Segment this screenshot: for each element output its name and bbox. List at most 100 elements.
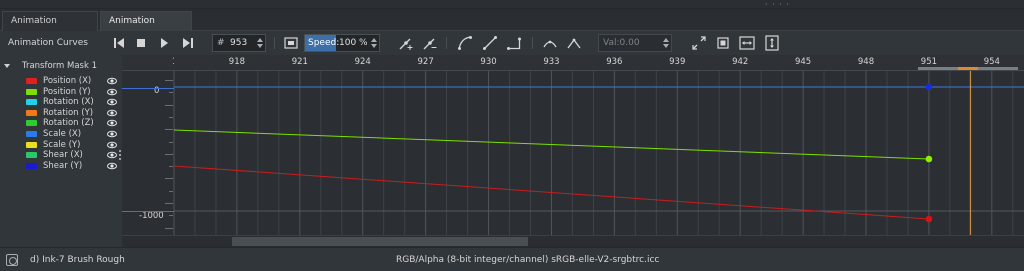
visibility-eye-icon[interactable] — [107, 98, 117, 106]
drag-handle-icon[interactable]: · · · · — [765, 1, 790, 9]
scrollbar-handle[interactable] — [232, 237, 528, 246]
value-tick — [165, 129, 173, 130]
frame-number-spinbox[interactable]: # 953 — [212, 34, 266, 52]
linear-curve-icon — [483, 36, 497, 50]
separator — [532, 37, 533, 49]
docker-title: Animation Curves — [8, 38, 88, 48]
last-frame-button[interactable] — [179, 34, 197, 52]
curves-canvas[interactable] — [173, 71, 1024, 235]
zoom-vertical-button[interactable] — [763, 34, 781, 52]
channel-group-row[interactable]: Transform Mask 1 — [4, 61, 97, 71]
frame-number-value[interactable]: 953 — [230, 38, 247, 48]
visibility-eye-icon[interactable] — [107, 119, 117, 127]
channel-name: Position (Y) — [43, 86, 91, 97]
visibility-eye-icon[interactable] — [107, 77, 117, 85]
frame-hash-label: # — [217, 38, 225, 48]
value-tick — [165, 228, 173, 229]
frame-tick-label: 927 — [417, 57, 434, 67]
smooth-tangents-button[interactable] — [541, 34, 559, 52]
tab-animation-curves[interactable]: Animation Curves — [100, 11, 192, 45]
value-tick — [165, 154, 173, 155]
linear-interpolation-button[interactable] — [481, 34, 499, 52]
frame-tick-label: 948 — [857, 57, 875, 67]
spin-arrows-icon[interactable] — [661, 36, 670, 50]
visibility-eye-icon[interactable] — [107, 109, 117, 117]
value-tick — [169, 166, 173, 167]
brush-preset-icon[interactable] — [6, 254, 18, 266]
stop-icon — [137, 39, 145, 47]
zoom-fit-range-button[interactable] — [714, 34, 732, 52]
zoom-horizontal-button[interactable] — [738, 34, 756, 52]
drop-frames-button[interactable] — [282, 34, 300, 52]
first-frame-button[interactable] — [110, 34, 128, 52]
channel-color-swatch — [26, 78, 37, 84]
cache-range-bar — [918, 67, 958, 70]
bezier-interpolation-button[interactable] — [456, 34, 474, 52]
channel-name: Rotation (Y) — [43, 107, 94, 118]
spin-arrows-icon[interactable] — [369, 36, 378, 50]
tab-animation-timeline[interactable]: Animation Timeline — [2, 11, 98, 45]
channel-color-swatch — [26, 152, 37, 159]
skip-start-icon — [114, 38, 124, 48]
color-space-info[interactable]: RGB/Alpha (8-bit integer/channel) sRGB-e… — [396, 255, 659, 265]
top-strip: · · · · — [0, 0, 1024, 9]
frame-tick-label: 939 — [669, 57, 686, 67]
frame-tick-label: 945 — [794, 57, 812, 67]
value-label-minus-1000: -1000 — [139, 211, 164, 221]
keyframe-node[interactable] — [925, 155, 933, 163]
horizontal-scrollbar[interactable] — [122, 235, 1024, 247]
zoom-fit-curves-button[interactable] — [690, 34, 708, 52]
collapse-arrow-icon[interactable] — [4, 63, 10, 68]
curve-editor-plot[interactable] — [173, 71, 1024, 235]
keyframe-node[interactable] — [925, 215, 933, 223]
channel-color-swatch — [26, 120, 37, 127]
value-tick — [169, 92, 173, 93]
time-ruler-corner: 15 — [122, 55, 183, 71]
channel-name: Position (X) — [43, 76, 92, 86]
status-bar: d) Ink-7 Brush Rough RGB/Alpha (8-bit in… — [0, 247, 1024, 271]
value-tick — [169, 191, 173, 192]
speed-value[interactable]: 100 % — [339, 38, 368, 48]
stop-button[interactable] — [132, 34, 150, 52]
add-key-icon — [399, 38, 413, 50]
brush-preset-name[interactable]: d) Ink-7 Brush Rough — [30, 255, 125, 265]
remove-key-icon — [423, 38, 437, 50]
play-icon — [161, 38, 168, 48]
sharp-tangents-button[interactable] — [565, 34, 583, 52]
frame-tick-label: 954 — [983, 57, 1000, 67]
separator — [274, 37, 275, 49]
visibility-eye-icon[interactable] — [107, 162, 117, 170]
value-field[interactable]: Val:0.00 — [598, 34, 672, 52]
add-keyframe-button[interactable] — [397, 34, 415, 52]
visibility-eye-icon[interactable] — [107, 141, 117, 149]
channel-name: Rotation (Z) — [43, 118, 94, 129]
frame-tick-label: 924 — [354, 57, 371, 67]
sharp-tangent-icon — [567, 38, 581, 49]
channel-name: Rotation (X) — [43, 97, 94, 108]
visibility-eye-icon[interactable] — [107, 151, 117, 159]
tab-bar: Animation Timeline Animation Curves — [0, 9, 1024, 45]
value-tick — [169, 215, 173, 216]
current-frame-marker — [958, 67, 978, 70]
visibility-eye-icon[interactable] — [107, 130, 117, 138]
channel-color-swatch — [26, 99, 37, 106]
keyframe-node[interactable] — [925, 83, 933, 91]
value-tick — [169, 117, 173, 118]
value-tick — [165, 203, 173, 204]
channel-name: Shear (X) — [43, 150, 83, 161]
play-button[interactable] — [155, 34, 173, 52]
zoom-vertical-icon — [765, 35, 779, 51]
channel-color-swatch — [26, 141, 37, 148]
constant-interpolation-button[interactable] — [505, 34, 523, 52]
speed-spinbox[interactable]: Speed: 100 % — [304, 34, 380, 52]
spin-arrows-icon[interactable] — [255, 36, 264, 50]
time-ruler[interactable]: 918 921 924 927 930 933 936 939 942 945 948 951 954 — [174, 55, 1024, 71]
value-tick — [169, 142, 173, 143]
separator — [446, 37, 447, 49]
value-field-text[interactable]: Val:0.00 — [603, 38, 640, 48]
frame-tick-label: 936 — [606, 57, 623, 67]
remove-keyframe-button[interactable] — [421, 34, 439, 52]
visibility-eye-icon[interactable] — [107, 88, 117, 96]
value-ruler[interactable]: 0 -1000 — [122, 71, 174, 235]
frame-tick-label: 933 — [543, 57, 560, 67]
